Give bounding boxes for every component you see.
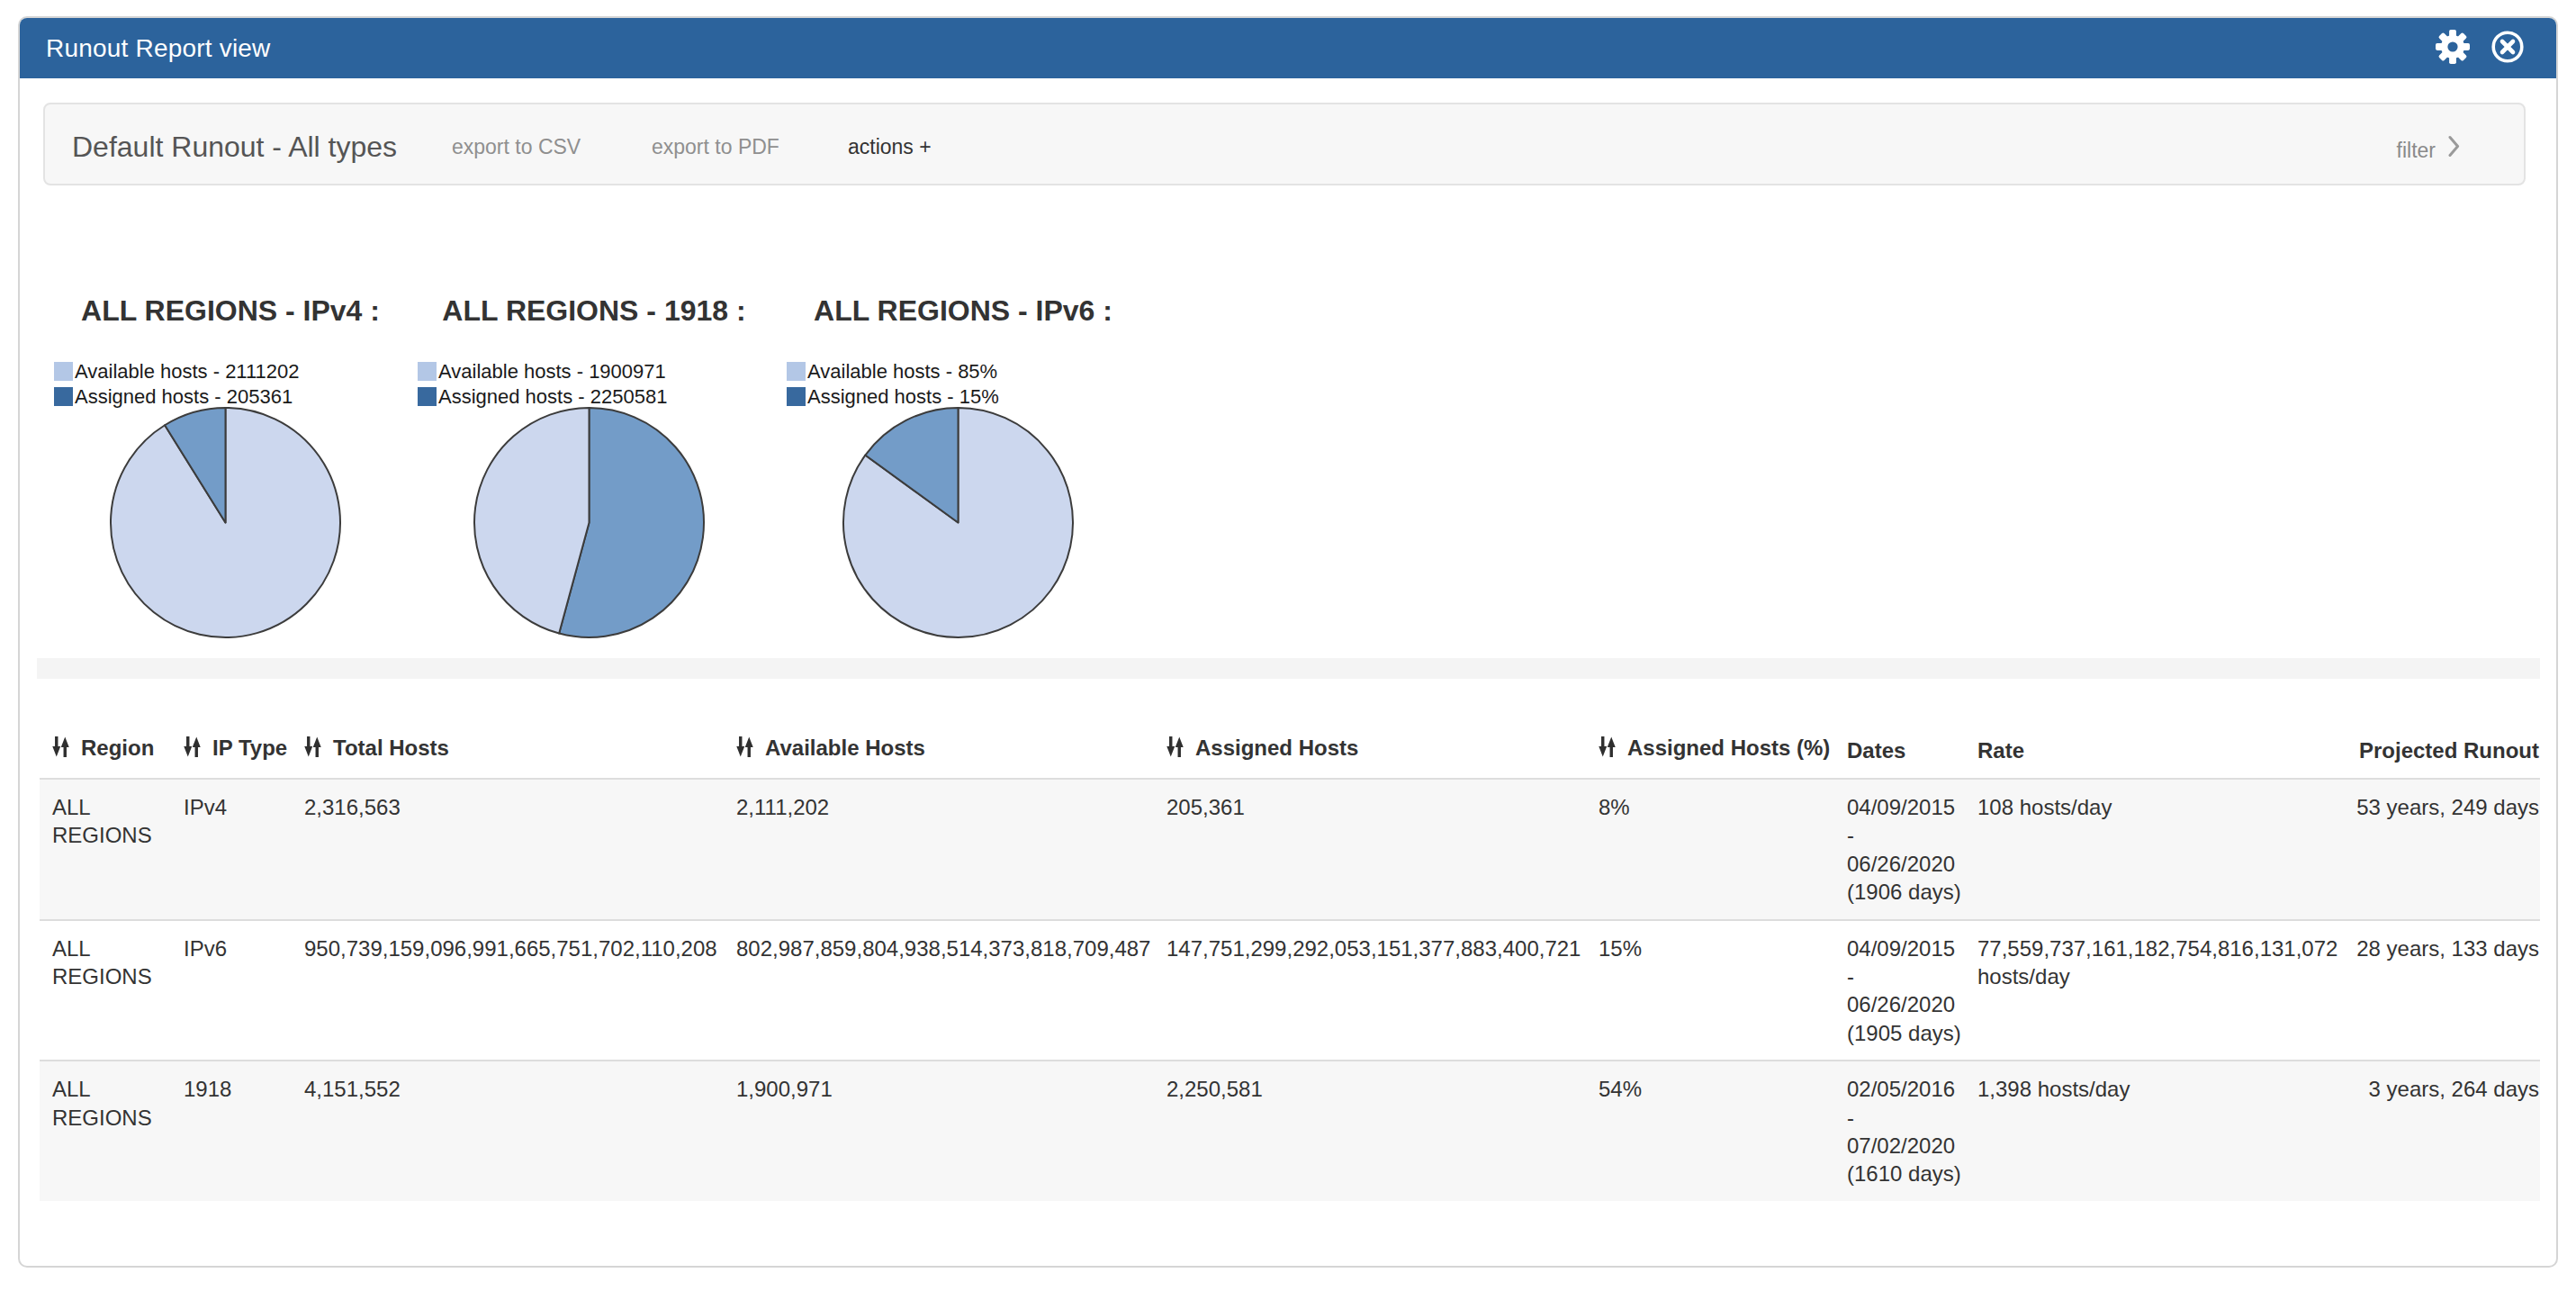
cell-rate: 1,398 hosts/day xyxy=(1965,1061,2341,1201)
cell-assigned-pct: 54% xyxy=(1586,1061,1834,1201)
column-label: Projected Runout xyxy=(2359,738,2539,763)
pie-chart xyxy=(472,405,707,640)
column-header-region[interactable]: Region xyxy=(40,736,171,779)
cell-available-hosts: 802,987,859,804,938,514,373,818,709,487 xyxy=(724,920,1154,1061)
sort-icon xyxy=(1599,736,1616,763)
table-body: ALL REGIONSIPv42,316,5632,111,202205,361… xyxy=(40,779,2540,1201)
legend-item: Available hosts - 85% xyxy=(787,359,999,384)
column-header-assigned-hosts[interactable]: Assigned Hosts xyxy=(1154,736,1586,779)
column-label: Available Hosts xyxy=(765,736,925,760)
legend-item: Available hosts - 2111202 xyxy=(54,359,300,384)
legend-label: Available hosts - 2111202 xyxy=(75,360,300,383)
column-label: Rate xyxy=(1977,738,2024,763)
legend-swatch xyxy=(787,362,806,381)
column-header-rate: Rate xyxy=(1965,736,2341,779)
cell-region: ALL REGIONS xyxy=(40,1061,171,1201)
runout-report-panel: Runout Report view xyxy=(18,16,2558,1268)
cell-assigned-pct: 8% xyxy=(1586,779,1834,920)
column-label: Total Hosts xyxy=(333,736,449,760)
cell-rate: 108 hosts/day xyxy=(1965,779,2341,920)
sort-icon xyxy=(1166,736,1184,763)
cell-assigned-pct: 15% xyxy=(1586,920,1834,1061)
cell-dates: 04/09/2015 - 06/26/2020 (1905 days) xyxy=(1834,920,1965,1061)
pie-chart xyxy=(108,405,343,640)
runout-table: Region IP Type Total Hosts Available Hosts A… xyxy=(40,736,2540,1201)
legend-label: Available hosts - 85% xyxy=(807,360,997,383)
cell-region: ALL REGIONS xyxy=(40,779,171,920)
cell-total-hosts: 950,739,159,096,991,665,751,702,110,208 xyxy=(292,920,724,1061)
legend-label: Available hosts - 1900971 xyxy=(438,360,666,383)
legend-swatch xyxy=(54,362,73,381)
charts-section: ALL REGIONS - IPv4 :Available hosts - 21… xyxy=(0,0,2576,702)
column-header-total-hosts[interactable]: Total Hosts xyxy=(292,736,724,779)
sort-icon xyxy=(184,736,201,763)
column-label: Assigned Hosts xyxy=(1195,736,1358,760)
legend-swatch xyxy=(787,387,806,406)
pie-chart-legend: Available hosts - 85%Assigned hosts - 15… xyxy=(787,359,999,410)
pie-chart-legend: Available hosts - 2111202Assigned hosts … xyxy=(54,359,300,410)
pie-chart xyxy=(841,405,1076,640)
pie-chart-title: ALL REGIONS - IPv6 : xyxy=(738,294,1188,327)
table-row-ipv6: ALL REGIONSIPv6950,739,159,096,991,665,7… xyxy=(40,920,2540,1061)
cell-ip-type: 1918 xyxy=(171,1061,292,1201)
cell-total-hosts: 4,151,552 xyxy=(292,1061,724,1201)
cell-projected-runout: 53 years, 249 days xyxy=(2341,779,2540,920)
legend-swatch xyxy=(418,387,437,406)
pie-chart-legend: Available hosts - 1900971Assigned hosts … xyxy=(418,359,667,410)
column-header-available-hosts[interactable]: Available Hosts xyxy=(724,736,1154,779)
cell-assigned-hosts: 205,361 xyxy=(1154,779,1586,920)
sort-icon xyxy=(736,736,753,763)
table-header-row: Region IP Type Total Hosts Available Hosts A… xyxy=(40,736,2540,779)
cell-projected-runout: 3 years, 264 days xyxy=(2341,1061,2540,1201)
column-header-ip-type[interactable]: IP Type xyxy=(171,736,292,779)
column-label: Region xyxy=(81,736,154,760)
sort-icon xyxy=(52,736,69,763)
cell-dates: 02/05/2016 - 07/02/2020 (1610 days) xyxy=(1834,1061,1965,1201)
table-row-ipv4: ALL REGIONSIPv42,316,5632,111,202205,361… xyxy=(40,779,2540,920)
cell-region: ALL REGIONS xyxy=(40,920,171,1061)
legend-swatch xyxy=(418,362,437,381)
cell-dates: 04/09/2015 - 06/26/2020 (1906 days) xyxy=(1834,779,1965,920)
cell-ip-type: IPv6 xyxy=(171,920,292,1061)
column-label: Dates xyxy=(1847,738,1905,763)
section-divider xyxy=(37,658,2540,679)
cell-assigned-hosts: 147,751,299,292,053,151,377,883,400,721 xyxy=(1154,920,1586,1061)
cell-ip-type: IPv4 xyxy=(171,779,292,920)
table-row-1918: ALL REGIONS19184,151,5521,900,9712,250,5… xyxy=(40,1061,2540,1201)
column-label: Assigned Hosts (%) xyxy=(1627,736,1830,760)
legend-item: Available hosts - 1900971 xyxy=(418,359,667,384)
legend-swatch xyxy=(54,387,73,406)
cell-assigned-hosts: 2,250,581 xyxy=(1154,1061,1586,1201)
cell-available-hosts: 1,900,971 xyxy=(724,1061,1154,1201)
column-header-assigned-hosts[interactable]: Assigned Hosts (%) xyxy=(1586,736,1834,779)
cell-projected-runout: 28 years, 133 days xyxy=(2341,920,2540,1061)
column-header-dates: Dates xyxy=(1834,736,1965,779)
cell-total-hosts: 2,316,563 xyxy=(292,779,724,920)
column-label: IP Type xyxy=(212,736,287,760)
cell-available-hosts: 2,111,202 xyxy=(724,779,1154,920)
sort-icon xyxy=(304,736,321,763)
column-header-projected-runout: Projected Runout xyxy=(2341,736,2540,779)
cell-rate: 77,559,737,161,182,754,816,131,072 hosts… xyxy=(1965,920,2341,1061)
